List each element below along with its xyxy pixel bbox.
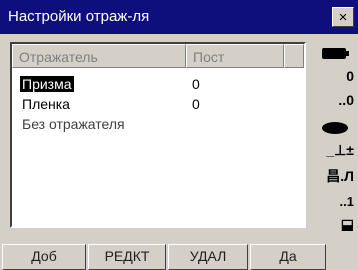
reflector-name: Призма — [20, 76, 74, 92]
reflector-constant: 0 — [192, 96, 200, 112]
close-button[interactable]: × — [332, 7, 354, 27]
input-mode-icon[interactable]: ⬓ — [316, 216, 354, 238]
add-button[interactable]: Доб — [2, 244, 86, 270]
edit-button[interactable]: РЕДКТ — [88, 244, 166, 270]
window-title: Настройки отраж-ля — [8, 8, 150, 25]
compensator-icon[interactable]: 0 — [316, 68, 354, 90]
status-toolbar: 0 ..0 _⊥± 昌.Л ..1 ⬓ — [312, 40, 354, 240]
title-bar: Настройки отраж-ля × — [0, 0, 358, 34]
reflector-constant: 0 — [192, 76, 200, 92]
list-item[interactable]: Пленка 0 — [12, 94, 304, 116]
column-header-filler — [284, 44, 304, 68]
memory-icon[interactable]: 昌.Л — [316, 166, 354, 188]
column-header-reflector[interactable]: Отражатель — [12, 44, 186, 68]
page-icon[interactable]: ..1 — [316, 194, 354, 216]
list-item[interactable]: Призма 0 — [12, 74, 304, 96]
column-header-constant[interactable]: Пост — [186, 44, 284, 68]
list-item[interactable]: Без отражателя — [12, 114, 304, 136]
list-header: Отражатель Пост — [12, 44, 304, 68]
delete-button[interactable]: УДАЛ — [168, 244, 248, 270]
yes-button[interactable]: Да — [250, 244, 326, 270]
reflector-name: Без отражателя — [22, 116, 125, 132]
softkey-bar: Доб РЕДКТ УДАЛ Да — [0, 242, 358, 270]
battery-icon — [316, 44, 354, 66]
reflector-name: Пленка — [22, 96, 70, 112]
mode-icon[interactable]: ..0 — [316, 92, 354, 114]
reflector-list[interactable]: Отражатель Пост Призма 0 Пленка 0 Без от… — [10, 42, 306, 228]
level-icon[interactable]: _⊥± — [316, 142, 354, 164]
prism-icon[interactable] — [316, 118, 354, 140]
